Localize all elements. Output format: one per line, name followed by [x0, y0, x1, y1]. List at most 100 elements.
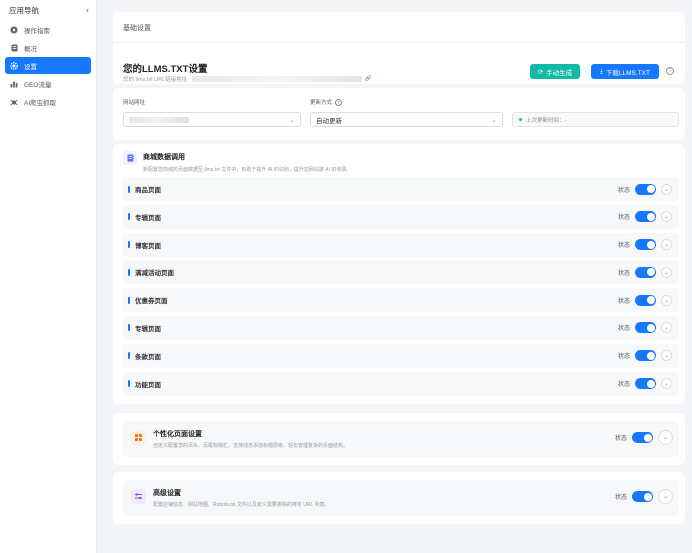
help-icon[interactable]: ?: [666, 67, 674, 75]
status-label: 状态: [617, 187, 630, 194]
spider-icon: [10, 98, 18, 106]
chevron-down-icon[interactable]: ⌄: [661, 183, 672, 195]
row-label: 专辑页面: [135, 214, 161, 222]
sidebar-item-label: 概况: [24, 45, 37, 53]
page-row-blog: 博客页面 状态 ⌄: [123, 232, 679, 257]
chevron-down-icon[interactable]: ⌄: [661, 239, 672, 251]
status-toggle[interactable]: [635, 211, 656, 223]
status-toggle[interactable]: [632, 432, 653, 443]
manual-generate-label: 手动生成: [546, 69, 573, 77]
sliders-icon: [131, 489, 146, 504]
row-label: 专辑页面: [135, 325, 161, 333]
custom-page-card: 个性化页面设置 自定义配置您的页头、页尾标题栏，支持动态添加标题层级，轻松管理复…: [113, 413, 685, 465]
download-icon: ⤓: [600, 67, 603, 75]
llms-url-label: 您的 llms.txt URL链接地址:: [123, 77, 189, 83]
chevron-down-icon[interactable]: ⌄: [661, 378, 672, 390]
page-rows: 商品页面 状态 ⌄ 专辑页面 状态 ⌄ 博客页面 状态 ⌄ 满减活动页面 状态 ⌄ 优惠…: [123, 177, 679, 399]
status-toggle[interactable]: [635, 266, 656, 278]
store-data-card: 商城数据调用 新配置您商城的页面数据至 llms.txt 文件中，有助于提升 A…: [113, 144, 685, 404]
gear-icon: [10, 61, 18, 70]
sidebar-item-label: 设置: [24, 63, 37, 71]
custom-page-panel: 个性化页面设置 自定义配置您的页头、页尾标题栏，支持动态添加标题层级，轻松管理复…: [123, 421, 679, 457]
advanced-settings-controls: 状态 ⌄: [615, 489, 673, 504]
status-label: 状态: [614, 495, 627, 501]
advanced-settings-card: 高级设置 配置店铺信息、网站地图、Robots.txt 文件以及定义需要排除的特…: [113, 472, 685, 524]
page-row-coupons: 优惠券页面 状态 ⌄: [123, 288, 679, 313]
update-mode-label-text: 更新方式: [310, 100, 333, 106]
chevron-down-icon[interactable]: ⌄: [661, 211, 672, 223]
download-llms-button[interactable]: ⤓ 下载LLMS.TXT: [591, 64, 659, 79]
site-select[interactable]: ⌄: [123, 112, 301, 127]
status-label: 状态: [617, 243, 630, 250]
row-marker: [128, 352, 130, 360]
status-toggle[interactable]: [635, 378, 656, 390]
advanced-settings-panel: 高级设置 配置店铺信息、网站地图、Robots.txt 文件以及定义需要排除的特…: [123, 480, 679, 516]
row-marker: [128, 241, 130, 249]
sidebar-item-overview[interactable]: 概况: [5, 39, 91, 56]
document-icon: [10, 44, 18, 52]
page-row-promotions: 满减活动页面 状态 ⌄: [123, 260, 679, 285]
advanced-settings-title: 高级设置: [153, 490, 181, 497]
status-toggle[interactable]: [632, 491, 653, 502]
grid-icon: [131, 430, 146, 445]
row-label: 功能页面: [135, 381, 161, 389]
chevron-down-icon: ⌄: [491, 116, 497, 124]
divider: [113, 42, 685, 43]
last-update-status: 上次更新时间：-: [512, 112, 679, 127]
chevron-down-icon[interactable]: ⌄: [661, 266, 672, 278]
bar-chart-icon: [10, 80, 18, 88]
row-marker: [128, 268, 130, 276]
manual-generate-button[interactable]: ⟳ 手动生成: [530, 64, 580, 79]
sidebar-title: 应用导航: [9, 5, 39, 15]
llms-url-line: 您的 llms.txt URL链接地址: 🔗: [123, 75, 372, 83]
sidebar-item-settings[interactable]: 设置: [5, 57, 91, 74]
status-label: 状态: [617, 326, 630, 333]
file-icon: [123, 151, 137, 165]
row-label: 商品页面: [135, 187, 161, 194]
chevron-down-icon[interactable]: ⌄: [661, 322, 672, 334]
link-icon[interactable]: 🔗: [365, 76, 372, 82]
status-label: 状态: [617, 215, 630, 222]
update-mode-value: 自动更新: [316, 117, 342, 125]
site-select-value: [129, 116, 189, 123]
chevron-down-icon[interactable]: ⌄: [658, 489, 673, 504]
sidebar-item-label: GEO流量: [24, 81, 52, 89]
sidebar: 应用导航 ‹ 操作指南 概况 设置 GEO流量 AI爬虫抓取: [0, 0, 97, 553]
row-marker: [128, 296, 130, 304]
chevron-down-icon: ⌄: [289, 116, 295, 124]
page-row-collections-2: 专辑页面 状态 ⌄: [123, 315, 679, 340]
question-icon[interactable]: ?: [335, 98, 343, 106]
custom-page-title: 个性化页面设置: [153, 431, 202, 438]
chevron-down-icon[interactable]: ⌄: [661, 294, 672, 306]
sidebar-item-geo-traffic[interactable]: GEO流量: [5, 75, 91, 92]
status-toggle[interactable]: [635, 294, 656, 306]
section-header: 商城数据调用 新配置您商城的页面数据至 llms.txt 文件中，有助于提升 A…: [123, 151, 351, 173]
row-label: 条款页面: [135, 353, 161, 361]
page-row-collections: 专辑页面 状态 ⌄: [123, 204, 679, 229]
row-label: 博客页面: [135, 242, 161, 250]
sidebar-item-label: 操作指南: [24, 27, 50, 35]
breadcrumb: 基础设置: [123, 25, 151, 32]
chevron-left-icon[interactable]: ‹: [86, 5, 89, 15]
main-content: 基础设置 您的LLMS.TXT设置 您的 llms.txt URL链接地址: 🔗…: [97, 0, 692, 553]
section-description: 新配置您商城的页面数据至 llms.txt 文件中，有助于提升 AI 的识别，提…: [143, 167, 352, 173]
update-mode-select[interactable]: 自动更新 ⌄: [310, 112, 503, 127]
status-toggle[interactable]: [635, 183, 656, 195]
refresh-icon: ⟳: [537, 68, 544, 76]
page-row-features: 功能页面 状态 ⌄: [123, 371, 679, 396]
compass-icon: [10, 26, 18, 34]
sidebar-item-ai-crawler[interactable]: AI爬虫抓取: [5, 93, 91, 110]
status-label: 状态: [617, 298, 630, 305]
status-toggle[interactable]: [635, 322, 656, 334]
status-label: 状态: [617, 270, 630, 277]
sidebar-item-guide[interactable]: 操作指南: [5, 21, 91, 38]
llms-url-value[interactable]: [191, 76, 362, 82]
status-toggle[interactable]: [635, 350, 656, 362]
filter-card: 网站网址 ⌄ 更新方式 ? 自动更新 ⌄ 上次更新时间：-: [113, 88, 685, 140]
chevron-down-icon[interactable]: ⌄: [661, 350, 672, 362]
row-marker: [128, 380, 130, 388]
page-row-terms: 条款页面 状态 ⌄: [123, 343, 679, 368]
row-label: 优惠券页面: [135, 298, 168, 306]
status-toggle[interactable]: [635, 239, 656, 251]
chevron-down-icon[interactable]: ⌄: [658, 430, 673, 445]
